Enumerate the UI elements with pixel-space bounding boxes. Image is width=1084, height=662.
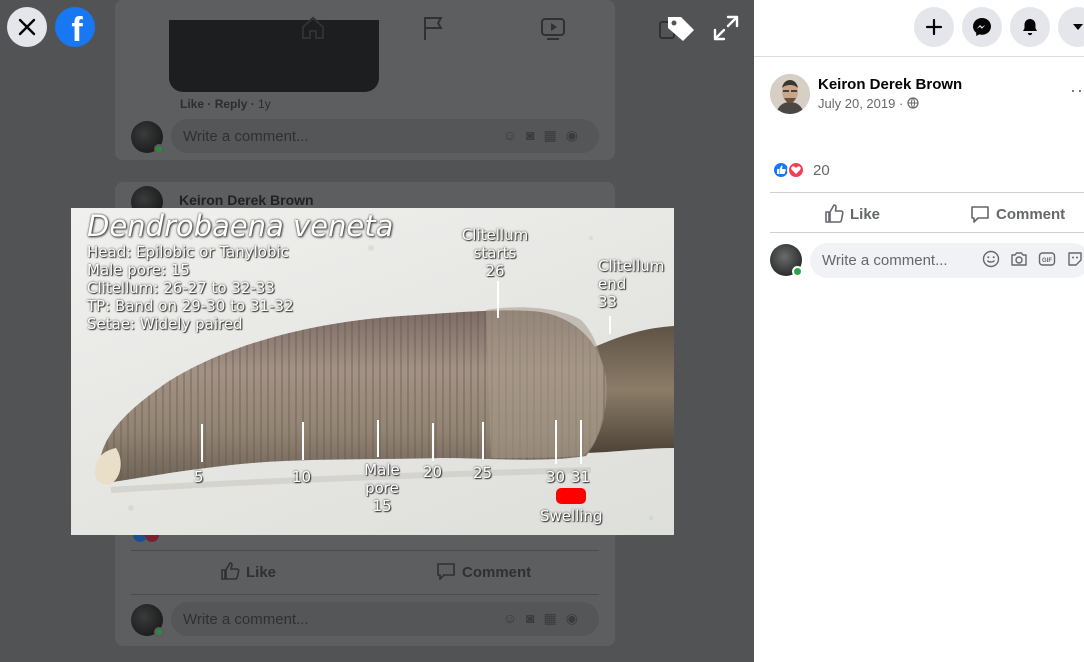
- online-indicator: [154, 144, 164, 154]
- facebook-logo[interactable]: f: [55, 7, 95, 47]
- more-options-button[interactable]: ···: [1070, 80, 1084, 101]
- post-details-panel: Keiron Derek Brown July 20, 2019 · ··· 2…: [754, 0, 1084, 662]
- background-comment-age: 1y: [258, 97, 271, 111]
- background-reply-link: Reply: [214, 97, 248, 111]
- post-date[interactable]: July 20, 2019 ·: [818, 96, 919, 111]
- author-photo: [770, 74, 810, 114]
- background-divider-2: [131, 594, 599, 595]
- online-indicator: [792, 266, 803, 277]
- segment-label-30: 30: [546, 468, 566, 486]
- caret-down-icon: [1073, 24, 1083, 30]
- globe-icon: [907, 97, 919, 109]
- create-button[interactable]: [914, 7, 954, 47]
- background-comment-placeholder: Write a comment...: [183, 128, 309, 145]
- like-icon: [825, 204, 844, 223]
- background-avatar: [131, 121, 164, 154]
- segment-label-10: 10: [292, 468, 312, 486]
- account-menu-button[interactable]: [1058, 7, 1084, 47]
- tag-icon[interactable]: [664, 12, 698, 46]
- background-like-icon: [221, 562, 240, 580]
- clitellum-end-label: Clitellum end 33: [598, 257, 665, 311]
- info-line-clitellum: Clitellum: 26-27 to 32-33: [87, 279, 275, 297]
- divider-top: [770, 192, 1084, 193]
- flag-icon[interactable]: [420, 14, 448, 42]
- comment-tools: GIF: [982, 250, 1084, 268]
- author-name[interactable]: Keiron Derek Brown: [818, 76, 962, 93]
- reaction-count: 20: [813, 161, 830, 179]
- swelling-label: Swelling: [540, 507, 603, 525]
- author-avatar[interactable]: [770, 74, 810, 114]
- photo-info: Head: Epilobic or Tanylobic Male pore: 1…: [87, 243, 294, 333]
- home-icon[interactable]: [299, 14, 327, 42]
- background-comment-field: Write a comment... ☺◙▦◉: [171, 119, 599, 153]
- background-comment-field-2: Write a comment... ☺◙▦◉: [171, 602, 599, 636]
- expand-icon[interactable]: [712, 14, 740, 42]
- background-like-link: Like: [180, 97, 205, 111]
- background-post-author: Keiron Derek Brown: [179, 192, 314, 208]
- emoji-icon[interactable]: [982, 250, 1000, 268]
- plus-icon: [925, 18, 943, 36]
- divider-bottom: [770, 232, 1084, 233]
- like-button[interactable]: Like: [824, 196, 880, 232]
- messenger-icon: [973, 18, 991, 36]
- segment-label-31: 31: [571, 468, 591, 486]
- info-line-setae: Setae: Widely paired: [87, 315, 243, 333]
- close-button[interactable]: [7, 7, 47, 47]
- earthworm-photo[interactable]: Dendrobaena veneta Head: Epilobic or Tan…: [71, 208, 674, 535]
- panel-top-bar: [754, 0, 1084, 57]
- sticker-icon[interactable]: [1066, 250, 1084, 268]
- segment-label-5: 5: [194, 468, 204, 486]
- comment-placeholder: Write a comment...: [822, 252, 948, 269]
- comment-icon: [971, 206, 989, 223]
- info-line-head: Head: Epilobic or Tanylobic: [87, 243, 289, 261]
- background-comment-image: [169, 20, 379, 92]
- segment-label-25: 25: [473, 464, 493, 482]
- messenger-button[interactable]: [962, 7, 1002, 47]
- camera-icon[interactable]: [1010, 250, 1028, 268]
- photo-title: Dendrobaena veneta: [87, 209, 394, 243]
- background-comment-icons: ☺◙▦◉: [502, 127, 587, 143]
- background-divider: [131, 550, 599, 551]
- current-user-avatar[interactable]: [770, 244, 803, 277]
- background-comment-actions: Like · Reply · 1y: [180, 97, 271, 111]
- gif-icon[interactable]: GIF: [1038, 250, 1056, 268]
- svg-text:GIF: GIF: [1042, 258, 1052, 264]
- background-comment-button: Comment: [436, 562, 531, 581]
- background-like-button: Like: [220, 562, 276, 581]
- info-line-tp: TP: Band on 29-30 to 31-32: [87, 297, 294, 315]
- watch-icon[interactable]: [539, 14, 567, 42]
- comment-button[interactable]: Comment: [970, 196, 1065, 232]
- comment-input[interactable]: Write a comment... GIF: [810, 243, 1084, 278]
- online-indicator: [154, 627, 164, 637]
- close-icon: [18, 18, 36, 36]
- reaction-summary[interactable]: 20: [772, 161, 830, 179]
- info-line-male-pore: Male pore: 15: [87, 261, 190, 279]
- background-comment-icon: [437, 563, 455, 581]
- segment-label-20: 20: [423, 463, 443, 481]
- clitellum-start-label: Clitellum starts 26: [461, 226, 529, 280]
- photo-viewer: Like · Reply · 1y Write a comment... ☺◙▦…: [0, 0, 754, 662]
- love-reaction-icon: [787, 161, 805, 179]
- notification-icon: [1023, 19, 1037, 36]
- notifications-button[interactable]: [1010, 7, 1050, 47]
- background-comment-icons-2: ☺◙▦◉: [502, 610, 587, 626]
- background-avatar-2: [131, 604, 164, 637]
- male-pore-label: Male pore 15: [364, 461, 400, 515]
- swelling-marker: [556, 488, 586, 504]
